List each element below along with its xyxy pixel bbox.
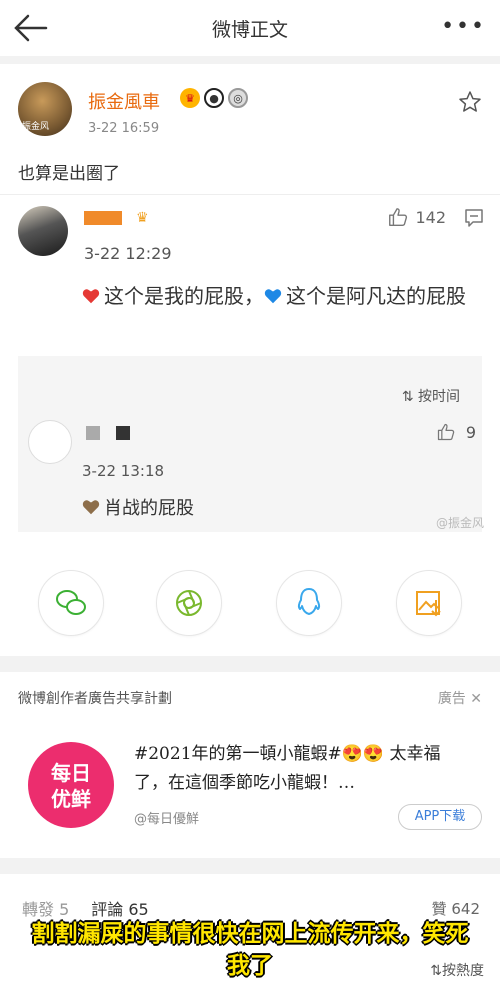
sort-by-time-button[interactable]: ⇅ 按时间 [402, 386, 460, 406]
author-badges: ♛ ● ◎ [180, 88, 248, 108]
vip-crown-icon: ♛ [180, 88, 200, 108]
share-moments-button[interactable] [156, 570, 222, 636]
panda-icon: ● [204, 88, 224, 108]
bottom-tab-bar: 轉發 5 評論 65 贊 642 割割漏屎的事情很快在网上流传开来，笑死我了 ⇅… [0, 874, 500, 1000]
medal-icon: ◎ [228, 88, 248, 108]
redacted-name-block [84, 211, 122, 225]
comment-text-part1: 这个是我的屁股， [104, 284, 264, 308]
sub-comment-time: 3-22 13:18 [82, 462, 165, 480]
comment-like-count: 142 [415, 207, 446, 227]
sub-comment-like-count: 9 [465, 422, 476, 442]
sort-label: 按时间 [418, 389, 460, 405]
sub-comment-text: 肖战的屁股 [82, 494, 194, 520]
save-image-icon [416, 591, 441, 617]
sort-by-hot-button[interactable]: ⇅按熱度 [430, 960, 484, 980]
commenter-avatar[interactable] [18, 206, 68, 256]
top-nav-bar: 微博正文 ••• [0, 0, 500, 56]
blue-heart-icon [264, 289, 282, 304]
sort-hot-label: 按熱度 [442, 963, 484, 979]
commenter-name[interactable]: ♛ [84, 210, 149, 226]
vip-crown-icon: ♛ [136, 210, 149, 226]
ad-logo-line1: 每日 [51, 761, 91, 785]
sub-commenter-avatar[interactable] [28, 420, 72, 464]
tab-likes[interactable]: 贊 642 [432, 898, 480, 919]
favorite-star-icon[interactable] [458, 90, 482, 114]
thumbs-up-icon [389, 208, 408, 226]
redacted-name-block [116, 426, 130, 440]
qq-icon [297, 588, 321, 615]
moments-icon [176, 590, 202, 616]
wechat-icon [56, 590, 86, 615]
avatar-watermark: 振金风 [22, 122, 50, 132]
watermark: @振金风 [435, 516, 484, 530]
save-image-button[interactable] [396, 570, 462, 636]
ad-label[interactable]: 廣告 ✕ [438, 688, 482, 708]
sub-commenter-name[interactable] [86, 426, 130, 440]
post-card: 振金风 振金風車 ♛ ● ◎ 3-22 16:59 也算是出圈了 ♛ 142 3… [0, 64, 500, 656]
video-subtitle: 割割漏屎的事情很快在网上流传开来，笑死我了 [31, 921, 469, 979]
more-icon[interactable]: ••• [441, 14, 486, 39]
author-avatar[interactable]: 振金风 [18, 82, 72, 136]
thumbs-up-icon [437, 423, 455, 441]
brown-heart-icon [82, 500, 100, 515]
comment-text: 这个是我的屁股， 这个是阿凡达的屁股 [82, 279, 482, 313]
tab-comments[interactable]: 評論 65 [91, 896, 148, 920]
ad-brand-logo[interactable]: 每日 优鲜 [28, 742, 114, 828]
redacted-name-block [86, 426, 100, 440]
ad-label-text: 廣告 [437, 691, 466, 707]
reply-icon[interactable] [464, 208, 484, 228]
ad-text: #2021年的第一頓小龍蝦#😍😍 太幸福了，在這個季節吃小龍蝦！… [134, 744, 441, 793]
app-download-button[interactable]: APP下载 [398, 804, 482, 830]
ad-program-title: 微博創作者廣告共享計劃 [18, 691, 172, 707]
red-heart-icon [82, 289, 100, 304]
ad-card[interactable]: 微博創作者廣告共享計劃 廣告 ✕ 每日 优鲜 #2021年的第一頓小龍蝦#😍😍 … [0, 672, 500, 858]
sub-comments-panel: ⇅ 按时间 9 3-22 13:18 肖战的屁股 [18, 356, 482, 532]
author-name[interactable]: 振金風車 [88, 88, 160, 114]
close-icon[interactable]: ✕ [470, 691, 482, 707]
tab-repost[interactable]: 轉發 5 [22, 896, 69, 920]
sub-comment-text-body: 肖战的屁股 [104, 498, 194, 519]
comment-time: 3-22 12:29 [84, 244, 172, 263]
comment-text-part2: 这个是阿凡达的屁股 [286, 284, 466, 308]
comment-tabs: 轉發 5 評論 65 [22, 896, 149, 920]
page-title: 微博正文 [211, 19, 288, 41]
ad-logo-line2: 优鲜 [51, 787, 91, 811]
ad-source[interactable]: @每日優鮮 [134, 808, 199, 827]
share-wechat-button[interactable] [38, 570, 104, 636]
share-qq-button[interactable] [276, 570, 342, 636]
divider [0, 194, 500, 195]
sub-comment-like-button[interactable]: 9 [436, 422, 476, 442]
post-time: 3-22 16:59 [88, 121, 160, 136]
comment-like-button[interactable]: 142 [387, 206, 446, 228]
post-text: 也算是出圈了 [18, 164, 120, 184]
